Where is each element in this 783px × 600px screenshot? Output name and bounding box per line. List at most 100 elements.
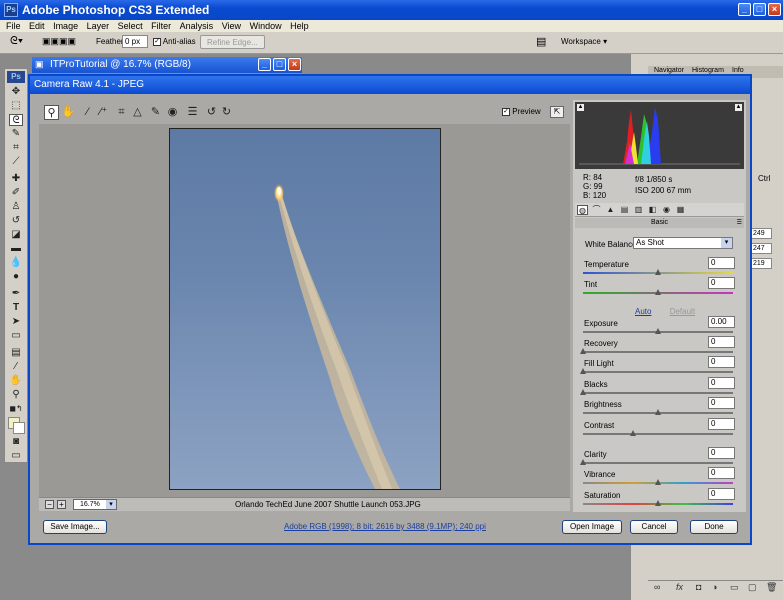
menu-window[interactable]: Window xyxy=(250,20,282,32)
color-sampler-icon[interactable]: ⁄⁺ xyxy=(96,105,111,120)
menu-select[interactable]: Select xyxy=(118,20,143,32)
straighten-icon[interactable]: △ xyxy=(130,105,145,120)
workflow-options-link[interactable]: Adobe RGB (1998); 8 bit; 2616 by 3488 (9… xyxy=(284,522,486,531)
path-selection-tool-icon[interactable]: ➤ xyxy=(9,316,23,328)
zoom-out-icon[interactable]: − xyxy=(45,500,54,509)
section-menu-icon[interactable]: ☰ xyxy=(737,218,742,228)
type-tool-icon[interactable]: T xyxy=(9,302,23,314)
lasso-preset-icon[interactable]: ᘓ▾ xyxy=(10,35,23,48)
detail-tab-icon[interactable]: ▲ xyxy=(605,205,616,215)
clone-stamp-tool-icon[interactable]: ♙ xyxy=(9,201,23,213)
pen-tool-icon[interactable]: ✒ xyxy=(9,288,23,300)
slider-thumb[interactable] xyxy=(655,500,661,506)
new-layer-icon[interactable]: ▢ xyxy=(748,582,757,593)
open-image-button[interactable]: Open Image xyxy=(562,520,622,534)
rotate-cw-icon[interactable]: ↻ xyxy=(219,105,234,120)
move-tool-icon[interactable]: ✥ xyxy=(9,86,23,98)
maximize-icon[interactable]: □ xyxy=(753,3,766,16)
saturation-input[interactable]: 0 xyxy=(708,488,735,500)
palette-well-icon[interactable]: ▤ xyxy=(536,35,546,48)
close-icon[interactable]: × xyxy=(768,3,781,16)
palette-field-3[interactable]: 219 xyxy=(750,258,772,269)
camera-calibration-tab-icon[interactable]: ◉ xyxy=(661,205,672,215)
slider-thumb[interactable] xyxy=(580,348,586,354)
doc-close-icon[interactable]: × xyxy=(288,58,301,71)
marquee-tool-icon[interactable]: ⬚ xyxy=(9,100,23,112)
menu-image[interactable]: Image xyxy=(53,20,78,32)
zoom-in-icon[interactable]: + xyxy=(57,500,66,509)
hand-icon[interactable]: ✋ xyxy=(61,105,76,120)
menu-view[interactable]: View xyxy=(222,20,241,32)
temperature-input[interactable]: 0 xyxy=(708,257,735,269)
eyedropper-tool-icon[interactable]: ⁄ xyxy=(9,361,23,373)
split-toning-tab-icon[interactable]: ▥ xyxy=(633,205,644,215)
lasso-tool-icon[interactable]: ᘓ xyxy=(9,114,23,126)
hsl-tab-icon[interactable]: ▤ xyxy=(619,205,630,215)
slider-thumb[interactable] xyxy=(655,269,661,275)
palette-field-2[interactable]: 247 xyxy=(750,243,772,254)
auto-link[interactable]: Auto xyxy=(635,307,651,316)
clarity-input[interactable]: 0 xyxy=(708,447,735,459)
eraser-tool-icon[interactable]: ◪ xyxy=(9,229,23,241)
refine-edge-button[interactable]: Refine Edge... xyxy=(200,35,265,49)
minimize-icon[interactable]: _ xyxy=(738,3,751,16)
gradient-tool-icon[interactable]: ▬ xyxy=(9,243,23,255)
doc-maximize-icon[interactable]: □ xyxy=(273,58,286,71)
healing-brush-tool-icon[interactable]: ✚ xyxy=(9,173,23,185)
slider-thumb[interactable] xyxy=(580,459,586,465)
tab-histogram[interactable]: Histogram xyxy=(692,67,724,74)
slider-thumb[interactable] xyxy=(580,389,586,395)
preferences-icon[interactable]: ☰ xyxy=(185,105,200,120)
fullscreen-icon[interactable]: ⇱ xyxy=(550,106,564,118)
save-image-button[interactable]: Save Image... xyxy=(43,520,107,534)
screen-mode-icon[interactable]: ▭ xyxy=(9,450,23,462)
contrast-slider[interactable]: Contrast 0 xyxy=(583,418,735,445)
background-color-swatch[interactable] xyxy=(13,422,25,434)
tone-curve-tab-icon[interactable]: ⌒ xyxy=(591,205,602,215)
done-button[interactable]: Done xyxy=(690,520,738,534)
vibrance-input[interactable]: 0 xyxy=(708,467,735,479)
menu-layer[interactable]: Layer xyxy=(87,20,110,32)
tint-slider[interactable]: Tint 0 xyxy=(583,277,735,304)
tint-input[interactable]: 0 xyxy=(708,277,735,289)
palette-field-1[interactable]: 249 xyxy=(750,228,772,239)
slider-thumb[interactable] xyxy=(580,368,586,374)
red-eye-icon[interactable]: ◉ xyxy=(165,105,180,120)
blur-tool-icon[interactable]: 💧 xyxy=(9,257,23,269)
retouch-icon[interactable]: ✎ xyxy=(148,105,163,120)
zoom-icon[interactable]: ⚲ xyxy=(44,105,59,120)
slider-thumb[interactable] xyxy=(629,430,636,436)
rotate-ccw-icon[interactable]: ↺ xyxy=(204,105,219,120)
quick-selection-tool-icon[interactable]: ✎ xyxy=(9,128,23,140)
crop-icon[interactable]: ⌗ xyxy=(114,105,129,120)
quick-mask-icon[interactable]: ◙ xyxy=(9,436,23,448)
menu-edit[interactable]: Edit xyxy=(29,20,45,32)
tab-navigator[interactable]: Navigator xyxy=(654,67,684,74)
tab-info[interactable]: Info xyxy=(732,67,744,74)
new-group-icon[interactable]: ▭ xyxy=(730,582,739,593)
delete-layer-icon[interactable]: 🗑 xyxy=(766,582,777,593)
menu-filter[interactable]: Filter xyxy=(151,20,171,32)
white-balance-select[interactable]: As Shot ▾ xyxy=(633,237,733,249)
antialias-checkbox[interactable]: ✓ Anti-alias xyxy=(153,37,196,46)
cancel-button[interactable]: Cancel xyxy=(630,520,678,534)
link-layers-icon[interactable]: ∞ xyxy=(654,582,660,592)
lens-tab-icon[interactable]: ◧ xyxy=(647,205,658,215)
slider-thumb[interactable] xyxy=(655,289,661,295)
menu-help[interactable]: Help xyxy=(290,20,309,32)
default-colors-icon[interactable]: ◼↰ xyxy=(9,403,23,415)
brush-tool-icon[interactable]: ✐ xyxy=(9,187,23,199)
crop-tool-icon[interactable]: ⌗ xyxy=(9,142,23,154)
slice-tool-icon[interactable]: ⟋ xyxy=(9,156,23,168)
presets-tab-icon[interactable]: ▦ xyxy=(675,205,686,215)
preview-checkbox[interactable]: ✓ Preview xyxy=(502,107,541,116)
dodge-tool-icon[interactable]: ● xyxy=(9,271,23,283)
selection-mode-icons[interactable]: ▣▣▣▣ xyxy=(42,36,76,47)
default-link[interactable]: Default xyxy=(670,307,695,316)
recovery-input[interactable]: 0 xyxy=(708,336,735,348)
layer-mask-icon[interactable]: ◘ xyxy=(696,582,701,592)
menu-file[interactable]: File xyxy=(6,20,21,32)
doc-minimize-icon[interactable]: _ xyxy=(258,58,271,71)
slider-thumb[interactable] xyxy=(655,479,661,485)
adjustment-layer-icon[interactable]: ◑ xyxy=(712,582,717,592)
